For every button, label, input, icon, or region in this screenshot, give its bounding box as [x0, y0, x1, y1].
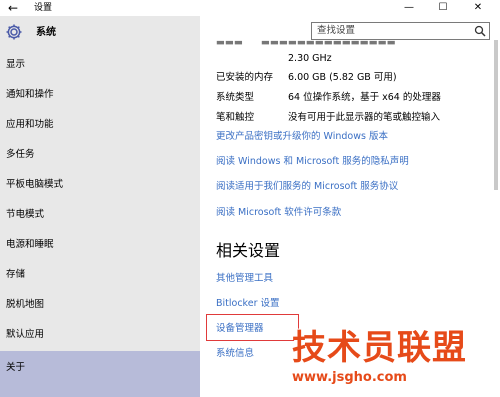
sidebar-item-notifications[interactable]: 通知和操作 [0, 80, 200, 110]
system-type-label: 系统类型 [216, 92, 255, 103]
sidebar-item-label: 存储 [6, 269, 26, 280]
sidebar-item-label: 默认应用 [6, 329, 45, 340]
search-icon[interactable] [474, 25, 486, 37]
sidebar-item-battery-saver[interactable]: 节电模式 [0, 200, 200, 230]
search-placeholder: 查找设置 [317, 25, 356, 36]
maximize-button[interactable]: ☐ [428, 0, 458, 16]
system-info-link[interactable]: 系统信息 [216, 347, 254, 360]
sidebar-item-power-sleep[interactable]: 电源和睡眠 [0, 230, 200, 260]
memory-value: 6.00 GB (5.82 GB 可用) [288, 72, 397, 83]
watermark-text: 技术员联盟 [292, 328, 467, 368]
sidebar-title: 系统 [36, 27, 56, 38]
gear-icon [6, 24, 22, 40]
sidebar-item-label: 显示 [6, 59, 26, 70]
sidebar-item-label: 应用和功能 [6, 119, 54, 130]
change-product-key-link[interactable]: 更改产品密钥或升级你的 Windows 版本 [216, 130, 388, 143]
license-terms-link[interactable]: 阅读 Microsoft 软件许可条款 [216, 206, 341, 219]
search-input[interactable]: 查找设置 [311, 22, 490, 40]
sidebar-item-about[interactable]: 关于 [0, 351, 200, 397]
window-title: 设置 [34, 3, 53, 13]
cpu-frequency: 2.30 GHz [288, 53, 332, 64]
sidebar-item-label: 关于 [6, 362, 26, 373]
sidebar-item-apps[interactable]: 应用和功能 [0, 110, 200, 140]
sidebar-item-label: 脱机地图 [6, 299, 45, 310]
sidebar-item-tablet-mode[interactable]: 平板电脑模式 [0, 170, 200, 200]
title-bar: ← 设置 — ☐ ✕ [0, 0, 500, 16]
sidebar-item-label: 电源和睡眠 [6, 239, 54, 250]
memory-label: 已安装的内存 [216, 72, 274, 83]
sidebar-item-offline-maps[interactable]: 脱机地图 [0, 290, 200, 320]
privacy-statement-link[interactable]: 阅读 Windows 和 Microsoft 服务的隐私声明 [216, 155, 409, 168]
system-type-value: 64 位操作系统，基于 x64 的处理器 [288, 92, 441, 103]
sidebar-item-label: 平板电脑模式 [6, 179, 64, 190]
sidebar-item-label: 多任务 [6, 149, 35, 160]
scrollbar[interactable] [494, 40, 498, 190]
sidebar-item-display[interactable]: 显示 [0, 50, 200, 80]
minimize-button[interactable]: — [394, 0, 424, 16]
sidebar-item-label: 通知和操作 [6, 89, 54, 100]
sidebar-item-storage[interactable]: 存储 [0, 260, 200, 290]
pen-touch-value: 没有可用于此显示器的笔或触控输入 [288, 112, 441, 123]
watermark: 技术员联盟 www.jsgho.com [292, 328, 492, 388]
service-agreement-link[interactable]: 阅读适用于我们服务的 Microsoft 服务协议 [216, 180, 398, 193]
back-button[interactable]: ← [8, 1, 18, 15]
pen-touch-label: 笔和触控 [216, 112, 255, 123]
admin-tools-link[interactable]: 其他管理工具 [216, 272, 273, 285]
sidebar: 系统 显示 通知和操作 应用和功能 多任务 平板电脑模式 节电模式 电源和睡眠 … [0, 16, 200, 397]
related-settings-heading: 相关设置 [216, 241, 281, 260]
bitlocker-settings-link[interactable]: Bitlocker 设置 [216, 297, 280, 310]
watermark-url: www.jsgho.com [292, 370, 407, 385]
processor-row-clipped: ▬▬▬ ▬▬▬▬▬▬▬▬▬▬▬▬▬▬▬ [216, 40, 396, 48]
sidebar-item-label: 节电模式 [6, 209, 45, 220]
sidebar-item-multitasking[interactable]: 多任务 [0, 140, 200, 170]
device-manager-highlight [206, 314, 299, 341]
sidebar-header: 系统 [0, 16, 200, 50]
sidebar-item-default-apps[interactable]: 默认应用 [0, 320, 200, 350]
close-button[interactable]: ✕ [463, 0, 493, 16]
